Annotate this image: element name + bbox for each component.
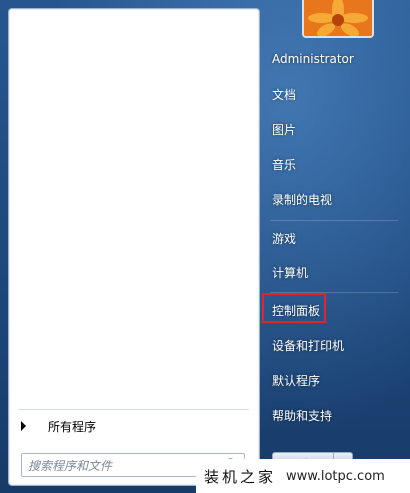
watermark-url: www.lotpc.com [286,468,385,484]
start-menu: 所有程序 搜索程序和文件 Administrator 文档 图片 音乐 录制的电… [0,0,410,493]
menu-item-label: 计算机 [272,265,309,280]
menu-item-label: 文档 [272,87,297,102]
menu-item-label: 游戏 [272,231,297,246]
menu-item-label: Administrator [272,52,354,66]
left-separator [19,409,249,410]
search-placeholder: 搜索程序和文件 [28,458,113,473]
programs-pane: 所有程序 搜索程序和文件 [8,8,260,486]
menu-item-label: 默认程序 [272,373,321,388]
menu-item-label: 设备和打印机 [272,338,345,353]
menu-item-help-support[interactable]: 帮助和支持 [264,400,404,430]
menu-item-label: 音乐 [272,157,297,172]
menu-item-default-programs[interactable]: 默认程序 [264,365,404,395]
watermark: 装机之家 www.lotpc.com [196,459,410,493]
menu-item-recorded-tv[interactable]: 录制的电视 [264,184,404,214]
menu-item-documents[interactable]: 文档 [264,79,404,109]
control-panel-highlight-box [262,293,326,323]
menu-item-label: 图片 [272,122,297,137]
menu-separator [270,220,398,221]
menu-item-games[interactable]: 游戏 [264,223,404,253]
menu-item-label: 帮助和支持 [272,408,333,423]
orange-flower-user-picture [304,0,372,36]
watermark-name: 装机之家 [204,467,277,486]
menu-item-label: 录制的电视 [272,192,333,207]
menu-item-devices-printers[interactable]: 设备和打印机 [264,330,404,360]
menu-item-administrator[interactable]: Administrator [264,44,404,74]
all-programs-button[interactable]: 所有程序 [15,415,251,437]
user-picture[interactable] [302,0,374,38]
menu-item-music[interactable]: 音乐 [264,149,404,179]
menu-item-pictures[interactable]: 图片 [264,114,404,144]
all-programs-arrow-icon [21,421,26,431]
all-programs-label: 所有程序 [48,419,97,434]
pinned-programs-list [9,9,259,409]
menu-item-computer[interactable]: 计算机 [264,257,404,287]
